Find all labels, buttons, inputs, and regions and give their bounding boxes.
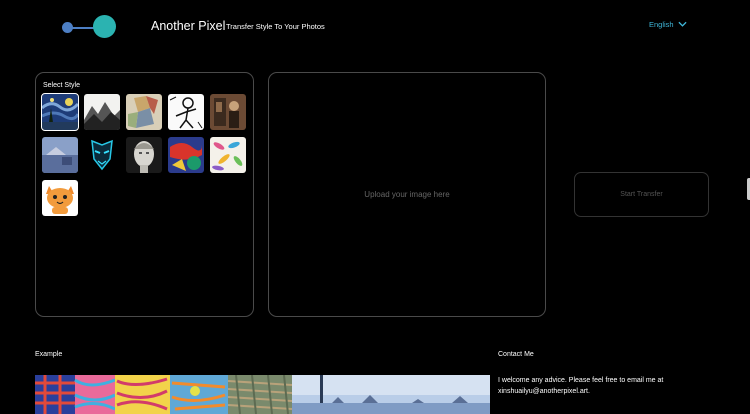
dark-portrait-thumb-icon [210,94,246,130]
ink-mountains-thumb-icon [84,94,120,130]
tagline: Transfer Style To Your Photos [226,22,325,31]
cartoon-cat-thumb-icon [42,180,78,216]
language-label: English [649,20,674,29]
style-thumb-statue-head[interactable] [126,137,162,173]
sketch-figure-thumb-icon [168,94,204,130]
style-thumb-cubist-figure[interactable] [126,94,162,130]
logo-big-dot [93,15,116,38]
style-selector-panel: Select Style [35,72,254,317]
logo[interactable] [60,14,120,40]
blue-landscape-thumb-icon [42,137,78,173]
chevron-down-icon [678,21,687,27]
style-thumb-feather-pattern[interactable] [210,137,246,173]
upload-dropzone[interactable]: Upload your image here [268,72,546,317]
example-style-image [35,375,228,414]
style-thumb-ink-mountains[interactable] [84,94,120,130]
style-thumb-abstract-shapes[interactable] [168,137,204,173]
style-thumb-dark-portrait[interactable] [210,94,246,130]
neon-mask-thumb-icon [84,137,120,173]
header: Another Pixel Transfer Style To Your Pho… [0,0,750,55]
style-thumb-cartoon-cat[interactable] [42,180,78,216]
example-pattern-image [228,375,292,414]
example-heading: Example [35,351,63,358]
contact-text: I welcome any advice. Please feel free t… [498,377,664,395]
abstract-shapes-thumb-icon [168,137,204,173]
upload-placeholder: Upload your image here [364,190,450,199]
language-selector[interactable]: English [649,20,687,29]
style-thumb-blue-landscape[interactable] [42,137,78,173]
style-thumb-neon-mask[interactable] [84,137,120,173]
style-thumb-sketch-figure[interactable] [168,94,204,130]
style-thumb-starry-night[interactable] [41,93,79,131]
start-transfer-button[interactable]: Start Transfer [574,172,709,217]
example-images [35,375,490,414]
statue-head-thumb-icon [126,137,162,173]
feather-pattern-thumb-icon [210,137,246,173]
starry-night-thumb-icon [42,94,78,130]
brand-name[interactable]: Another Pixel [151,19,225,33]
cubist-figure-thumb-icon [126,94,162,130]
example-photo-image [292,375,490,414]
select-style-title: Select Style [43,82,80,89]
contact-heading: Contact Me [498,351,534,358]
